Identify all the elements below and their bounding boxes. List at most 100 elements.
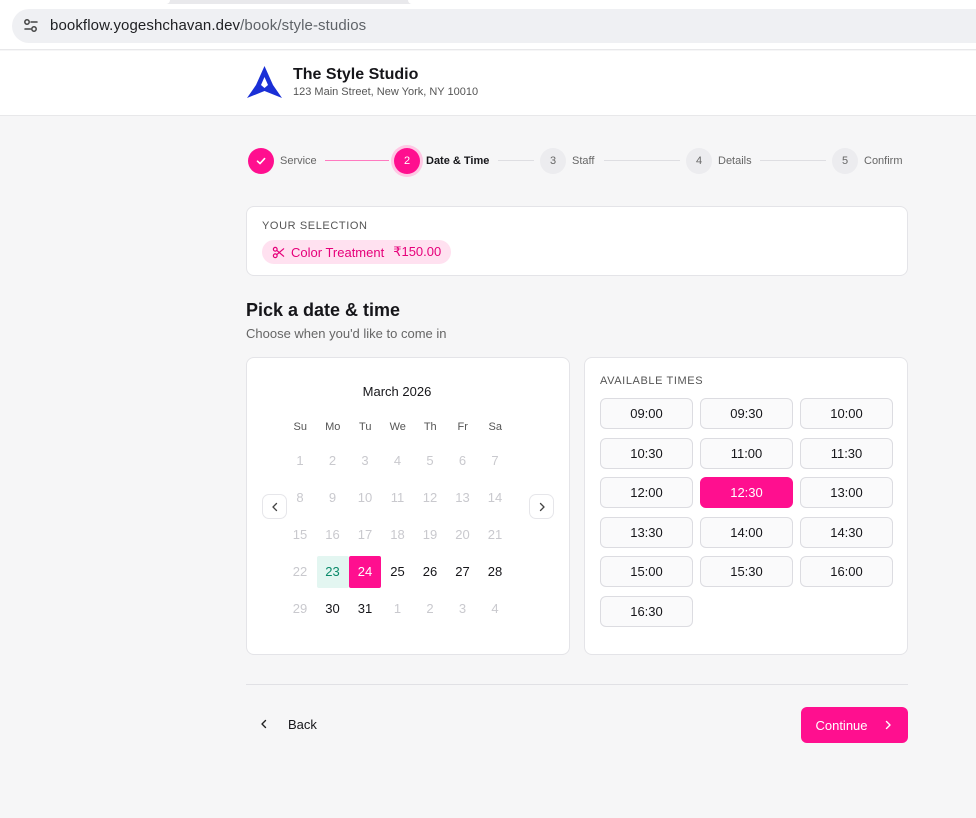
continue-label: Continue [815,717,868,733]
time-slot[interactable]: 14:30 [800,516,893,548]
calendar-day: 2 [328,453,337,468]
calendar-day: 14 [487,490,503,505]
calendar-month: March 2026 [362,384,432,399]
weekday-header: Su Mo Tu We Th Fr Sa [284,414,512,440]
studio-address: 123 Main Street, New York, NY 10010 [293,86,479,98]
chevron-left-icon [261,719,267,729]
service-price: ₹150.00 [393,244,442,259]
calendar-day: 5 [426,453,434,468]
selection-title: YOUR SELECTION [262,220,368,232]
calendar-day[interactable]: 28 [479,556,511,588]
calendar-day: 1 [393,601,402,616]
calendar-day: 10 [357,490,373,505]
chevron-right-icon [539,502,545,511]
step-service[interactable]: Service [248,147,317,175]
selection-summary: YOUR SELECTION Color Treatment ₹150.00 [246,206,908,276]
step-number: 3 [540,148,566,174]
star-logo-icon [247,66,282,98]
calendar-day[interactable]: 30 [317,593,349,625]
continue-button[interactable]: Continue [801,707,908,743]
selected-date[interactable]: 24 [349,556,381,588]
calendar-day: 4 [393,453,402,468]
calendar-card: March 2026 Su Mo Tu We Th Fr Sa 12345678… [246,357,570,655]
site-settings-icon[interactable] [22,17,40,35]
calendar-day[interactable]: 27 [447,556,479,588]
times-title: AVAILABLE TIMES [600,375,704,387]
calendar-week: 1 2 3 4 5 6 7 [284,445,512,477]
time-slot[interactable]: 13:00 [800,477,893,508]
weekday-label: Th [423,421,437,433]
section-subtitle: Choose when you'd like to come in [246,326,447,341]
calendar-day: 18 [390,527,405,542]
calendar-day[interactable]: 25 [382,556,414,588]
step-label: Service [280,155,317,167]
step-number: 4 [686,148,712,174]
time-slot[interactable]: 09:30 [700,398,793,429]
calendar-week: 29 30 31 1 2 3 4 [284,593,512,625]
step-details[interactable]: 4 Details [686,147,752,175]
step-staff[interactable]: 3 Staff [540,147,594,175]
weekday-label: Tu [359,421,372,433]
selected-service-chip: Color Treatment ₹150.00 [262,240,452,264]
calendar-day: 19 [422,527,438,542]
available-times-card: AVAILABLE TIMES 09:00 09:30 10:00 10:30 11:0… [584,357,908,655]
calendar-day: 3 [458,601,467,616]
calendar-day: 29 [292,601,308,616]
tab-strip [0,0,976,4]
calendar-day: 12 [422,490,438,505]
section-title: Pick a date & time [246,300,401,320]
calendar-day: 13 [455,490,470,505]
calendar-day: 7 [491,453,499,468]
step-number: 5 [832,148,858,174]
weekday-label: Sa [488,421,502,433]
time-slot[interactable]: 12:00 [600,477,693,508]
back-button[interactable]: Back [258,710,317,738]
site-header: The Style Studio 123 Main Street, New Yo… [0,51,976,116]
url-host: bookflow.yogeshchavan.dev [50,17,241,34]
step-connector [604,160,680,161]
calendar-weeks: 1 2 3 4 5 6 7 8 9 10 11 12 13 14 15 16 17 18 19 20 21 22 23 24 2… [284,445,512,625]
time-slot[interactable]: 15:30 [700,556,793,587]
chevron-left-icon [271,502,277,511]
step-connector [498,160,534,161]
browser-tab[interactable] [408,0,976,4]
time-slot[interactable]: 09:00 [600,398,693,429]
time-slot[interactable]: 11:30 [800,437,893,469]
service-name: Color Treatment [291,244,385,260]
time-slot[interactable]: 16:30 [600,595,693,627]
weekday-label: We [389,421,406,433]
step-label: Date & Time [426,155,490,167]
browser-tab[interactable] [0,0,170,4]
step-connector [760,160,826,161]
address-bar[interactable]: bookflow.yogeshchavan.dev/book/style-stu… [12,9,976,43]
back-label: Back [288,716,317,732]
time-slot[interactable]: 16:00 [800,556,893,587]
time-slot[interactable]: 14:00 [700,516,793,548]
url-text[interactable]: bookflow.yogeshchavan.dev/book/style-stu… [50,17,366,34]
step-label: Details [718,155,752,167]
calendar-day[interactable]: 31 [349,593,381,625]
step-confirm[interactable]: 5 Confirm [832,147,903,175]
calendar-day: 17 [357,527,373,542]
calendar-day: 16 [325,527,340,542]
weekday-label: Mo [325,421,341,433]
time-slot[interactable]: 13:30 [600,516,693,548]
next-month-button[interactable] [529,494,554,519]
calendar-day[interactable]: 26 [414,556,446,588]
time-slot[interactable]: 10:00 [800,398,893,429]
studio-name: The Style Studio [293,66,419,83]
calendar-day: 3 [361,453,369,468]
time-slot[interactable]: 11:00 [700,437,793,469]
today-date[interactable]: 23 [316,556,349,588]
step-date-time[interactable]: 2 Date & Time [394,147,489,175]
step-number: 2 [394,148,420,174]
calendar-day: 6 [458,453,467,468]
time-slot[interactable]: 10:30 [600,437,693,469]
time-slot[interactable]: 15:00 [600,556,693,587]
url-path: /book/style-studios [240,17,367,34]
footer-divider [246,684,908,685]
step-connector [325,160,389,161]
selected-time-slot[interactable]: 12:30 [700,477,793,508]
calendar-day: 20 [455,527,470,542]
calendar-day: 1 [296,453,304,468]
